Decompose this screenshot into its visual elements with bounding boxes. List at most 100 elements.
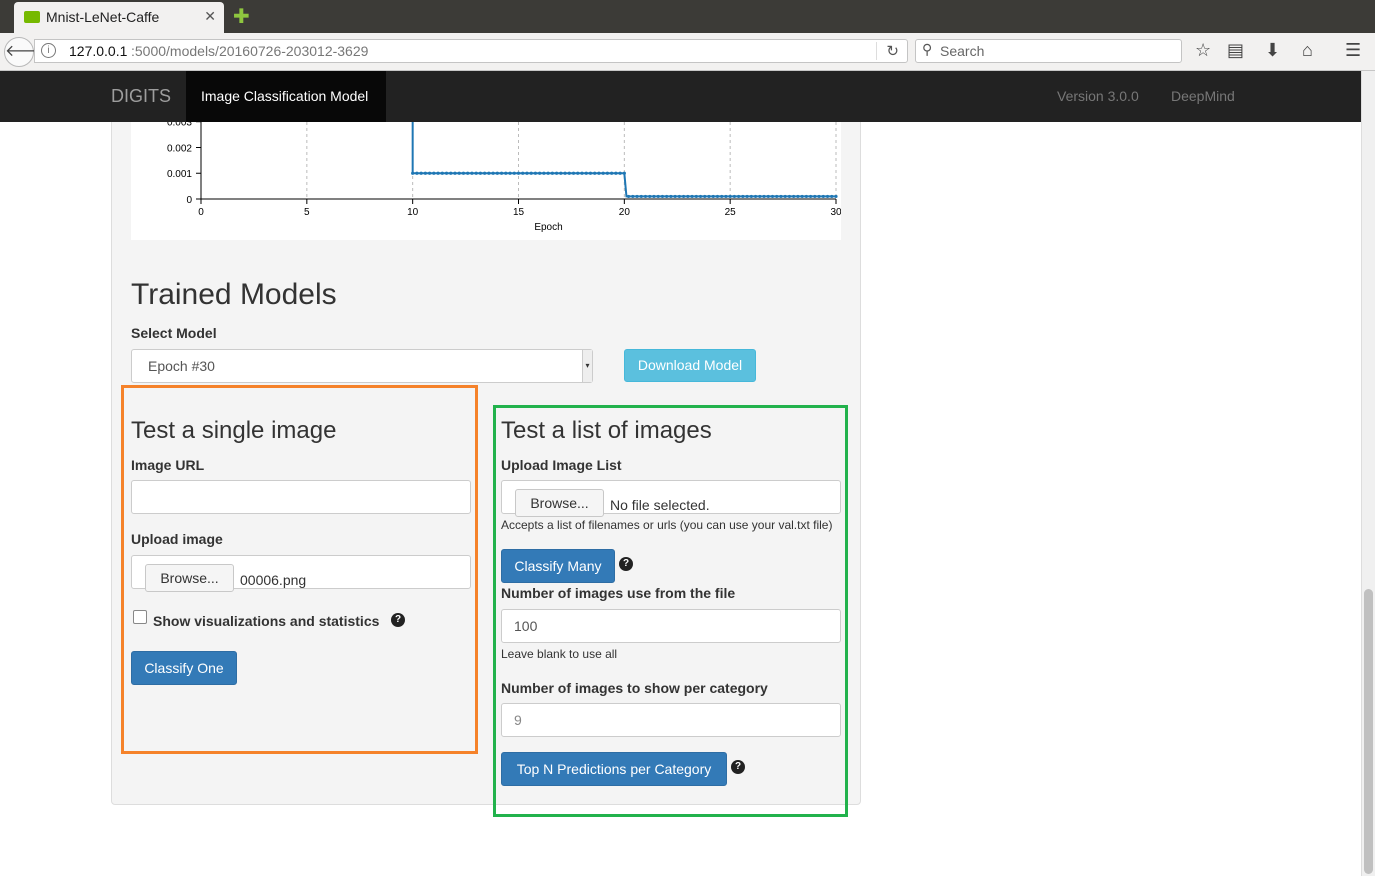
upload-image-list-label: Upload Image List bbox=[501, 457, 622, 473]
chart-point bbox=[440, 171, 444, 175]
chart-point bbox=[762, 194, 766, 199]
per-category-label: Number of images to show per category bbox=[501, 680, 768, 696]
new-tab-icon[interactable]: ✚ bbox=[233, 4, 250, 29]
chart-point bbox=[669, 194, 673, 199]
chart-point bbox=[499, 171, 504, 175]
search-input[interactable]: ⚲ Search bbox=[915, 39, 1182, 63]
image-url-label: Image URL bbox=[131, 457, 205, 473]
chart-point bbox=[813, 194, 817, 199]
select-model-label: Select Model bbox=[131, 325, 217, 341]
upload-image-label: Upload image bbox=[131, 531, 223, 547]
browse-image-button[interactable]: Browse... bbox=[145, 564, 234, 592]
upload-image-field[interactable]: Browse... 00006.png bbox=[131, 555, 471, 592]
chart-point bbox=[483, 171, 487, 175]
bookmark-star-icon[interactable]: ☆ bbox=[1195, 40, 1211, 61]
chart-point bbox=[783, 194, 787, 199]
chart-point bbox=[491, 171, 495, 175]
chart-x-tick-label: 25 bbox=[725, 207, 737, 218]
chart-point bbox=[449, 171, 453, 175]
url-separator bbox=[876, 42, 877, 60]
chart-point bbox=[597, 171, 601, 175]
url-bar[interactable]: i 127.0.0.1 :5000/models/20160726-203012… bbox=[34, 39, 908, 63]
browser-tab[interactable]: Mnist-LeNet-Caffe ✕ bbox=[14, 2, 224, 33]
list-images-title: Test a list of images bbox=[501, 417, 712, 444]
download-icon[interactable]: ⬇ bbox=[1265, 40, 1280, 61]
search-icon: ⚲ bbox=[922, 41, 933, 57]
reading-list-icon[interactable]: ▤ bbox=[1227, 40, 1244, 61]
info-icon[interactable]: i bbox=[41, 43, 56, 58]
user-link[interactable]: DeepMind bbox=[1171, 88, 1235, 104]
classify-many-button[interactable]: Classify Many bbox=[501, 549, 615, 583]
chart-point bbox=[711, 194, 715, 199]
chart-y-tick-label: 0.002 bbox=[167, 143, 192, 154]
chart-point bbox=[796, 194, 800, 199]
trained-models-title: Trained Models bbox=[131, 278, 337, 311]
nav-item-image-classification-model[interactable]: Image Classification Model bbox=[186, 71, 386, 122]
chart-point bbox=[504, 171, 508, 175]
download-model-button[interactable]: Download Model bbox=[624, 349, 756, 382]
classify-one-button[interactable]: Classify One bbox=[131, 651, 237, 685]
help-question-icon[interactable]: ? bbox=[391, 613, 405, 627]
chart-point bbox=[453, 171, 457, 175]
upload-image-list-field[interactable]: Browse... No file selected. bbox=[501, 480, 841, 517]
browser-nav-bar: 🡐 i 127.0.0.1 :5000/models/20160726-2030… bbox=[0, 33, 1375, 71]
tab-title: Mnist-LeNet-Caffe bbox=[46, 9, 160, 25]
chart-point bbox=[694, 194, 698, 199]
top-n-predictions-button[interactable]: Top N Predictions per Category bbox=[501, 752, 727, 786]
chevron-down-icon[interactable]: ▾ bbox=[582, 350, 592, 382]
chart-point bbox=[533, 171, 538, 175]
chart-point bbox=[825, 194, 830, 199]
url-host: 127.0.0.1 bbox=[69, 43, 128, 59]
chart-point bbox=[686, 194, 690, 199]
browse-list-button[interactable]: Browse... bbox=[515, 489, 604, 517]
chart-point bbox=[436, 171, 440, 175]
chart-point bbox=[728, 194, 732, 199]
chart-point bbox=[618, 171, 622, 175]
num-images-value: 100 bbox=[514, 618, 538, 634]
chart-point bbox=[745, 194, 749, 199]
scrollbar-thumb[interactable] bbox=[1364, 589, 1373, 874]
chart-point bbox=[538, 171, 542, 175]
back-arrow-icon[interactable]: 🡐 bbox=[4, 37, 48, 67]
learning-rate-chart: 0 5 10 15 20 25 30 0 0.001 0.002 0.003 Epoch bbox=[131, 122, 841, 240]
chart-point bbox=[546, 171, 550, 175]
num-images-field[interactable]: 100 bbox=[501, 609, 841, 643]
image-url-field[interactable] bbox=[131, 480, 471, 514]
chart-point bbox=[432, 171, 436, 175]
chart-point bbox=[648, 194, 652, 199]
chart-point bbox=[639, 194, 643, 199]
chart-point bbox=[758, 194, 762, 199]
chart-point bbox=[508, 171, 512, 175]
chart-point bbox=[830, 194, 834, 199]
chart-point bbox=[521, 171, 525, 175]
menu-icon[interactable]: ☰ bbox=[1345, 40, 1361, 61]
chart-point bbox=[516, 171, 521, 175]
search-placeholder: Search bbox=[940, 43, 985, 59]
help-question-icon[interactable]: ? bbox=[731, 760, 745, 774]
chart-point bbox=[622, 171, 626, 175]
num-images-label: Number of images use from the file bbox=[501, 585, 736, 601]
nvidia-favicon-icon bbox=[24, 11, 40, 23]
chart-point bbox=[466, 171, 470, 175]
help-question-icon[interactable]: ? bbox=[619, 557, 633, 571]
per-category-field[interactable]: 9 bbox=[501, 703, 841, 737]
model-select[interactable]: Epoch #30 ▾ bbox=[131, 349, 593, 383]
home-icon[interactable]: ⌂ bbox=[1302, 40, 1313, 61]
close-tab-icon[interactable]: ✕ bbox=[204, 8, 216, 25]
show-visualizations-checkbox[interactable] bbox=[133, 610, 147, 624]
chart-y-tick-label: 0.001 bbox=[167, 169, 192, 180]
chart-point bbox=[707, 194, 711, 199]
chart-point bbox=[457, 171, 461, 175]
chart-point bbox=[411, 171, 415, 175]
show-visualizations-label[interactable]: Show visualizations and statistics bbox=[153, 613, 379, 629]
chart-point bbox=[631, 194, 635, 199]
digits-brand-link[interactable]: DIGITS bbox=[111, 86, 171, 107]
reload-icon[interactable]: ↻ bbox=[886, 42, 899, 60]
page-scrollbar[interactable] bbox=[1361, 71, 1375, 876]
chart-point bbox=[779, 194, 783, 199]
chart-point bbox=[804, 194, 808, 199]
chart-x-tick-label: 0 bbox=[198, 207, 204, 218]
chart-point bbox=[635, 194, 639, 199]
chart-point bbox=[809, 194, 813, 199]
single-image-title: Test a single image bbox=[131, 417, 337, 444]
